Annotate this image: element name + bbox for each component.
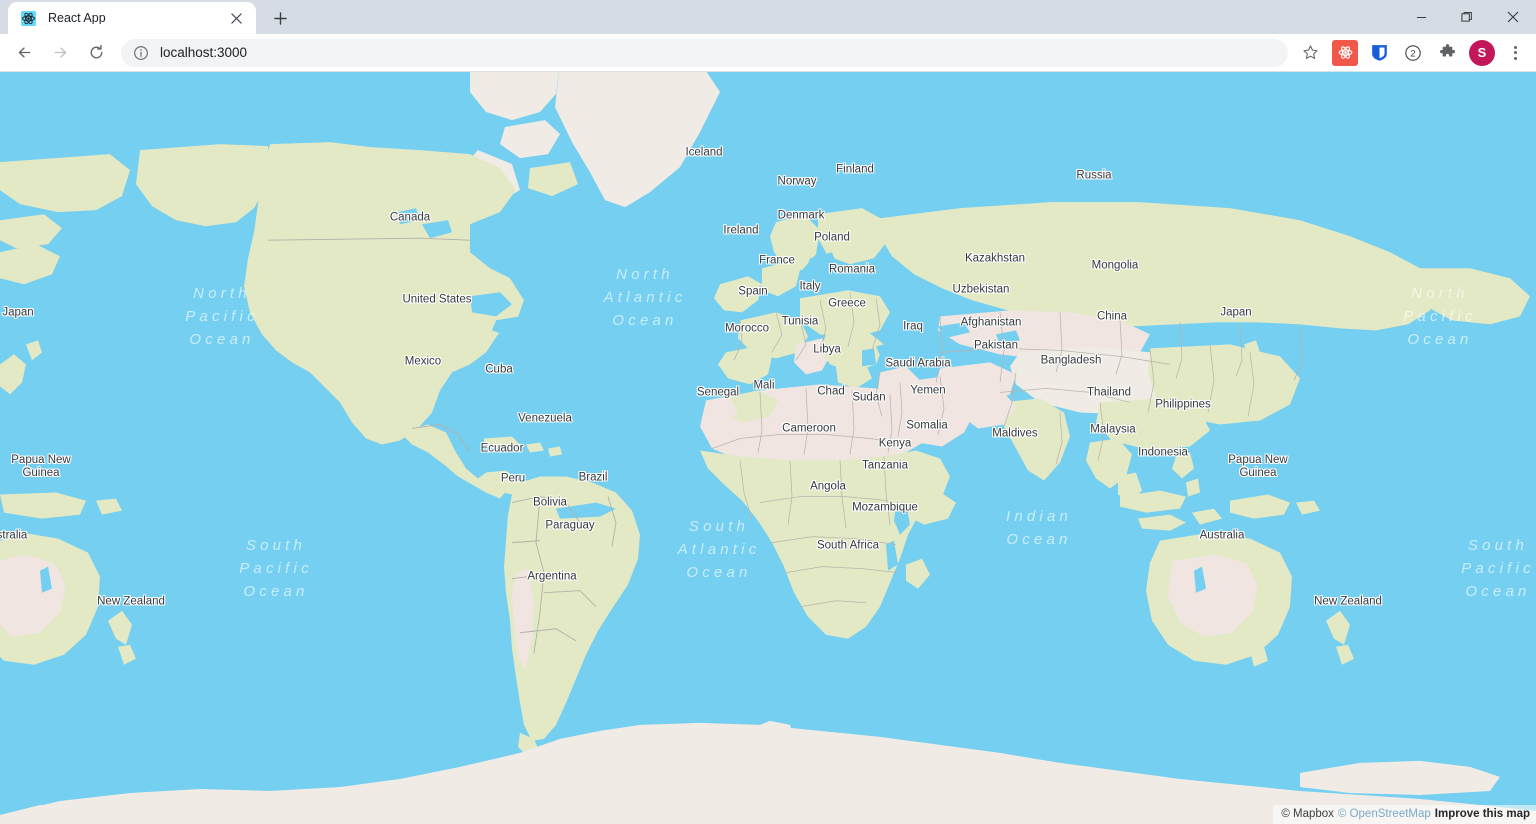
kebab-dot (1513, 51, 1517, 54)
window-controls (1398, 0, 1536, 34)
react-logo-icon (20, 10, 37, 27)
reload-button[interactable] (81, 38, 111, 68)
browser-toolbar: localhost:3000 2 S (0, 34, 1536, 72)
world-map-vector: .green { fill:#e3e9c4; } .arid { fill:#f… (0, 72, 1536, 824)
tab-strip: React App (0, 0, 1536, 34)
info-circle-icon[interactable] (133, 45, 149, 61)
bookmark-star-icon[interactable] (1296, 39, 1324, 67)
attribution-mapbox[interactable]: © Mapbox (1281, 807, 1334, 822)
minimize-window-button[interactable] (1398, 0, 1444, 34)
forward-button[interactable] (45, 38, 75, 68)
close-window-button[interactable] (1490, 0, 1536, 34)
tab-counter-extension-icon[interactable]: 2 (1400, 40, 1426, 66)
address-bar[interactable]: localhost:3000 (121, 38, 1288, 67)
react-devtools-extension-icon[interactable] (1332, 39, 1358, 66)
browser-tab-react-app[interactable]: React App (8, 2, 256, 34)
back-button[interactable] (9, 38, 39, 68)
browser-window: React App localhost:3000 2 S North Pacif… (0, 0, 1536, 824)
improve-this-map-link[interactable]: Improve this map (1435, 807, 1530, 822)
profile-avatar[interactable]: S (1469, 39, 1495, 66)
mapbox-map-canvas[interactable]: .green { fill:#e3e9c4; } .arid { fill:#f… (0, 72, 1536, 824)
attribution-openstreetmap[interactable]: © OpenStreetMap (1338, 807, 1431, 822)
maximize-window-button[interactable] (1444, 0, 1490, 34)
tab-title: React App (48, 11, 106, 25)
kebab-dot (1513, 45, 1517, 49)
bitwarden-extension-icon[interactable] (1366, 39, 1392, 66)
map-attribution: © Mapbox © OpenStreetMap Improve this ma… (1273, 805, 1536, 824)
extensions-puzzle-icon[interactable] (1434, 40, 1460, 66)
kebab-dot (1513, 56, 1517, 60)
close-tab-icon[interactable] (226, 8, 246, 28)
new-tab-button[interactable] (266, 4, 294, 32)
browser-menu-button[interactable] (1502, 40, 1528, 66)
address-bar-url: localhost:3000 (160, 45, 248, 60)
svg-text:2: 2 (1410, 48, 1415, 59)
